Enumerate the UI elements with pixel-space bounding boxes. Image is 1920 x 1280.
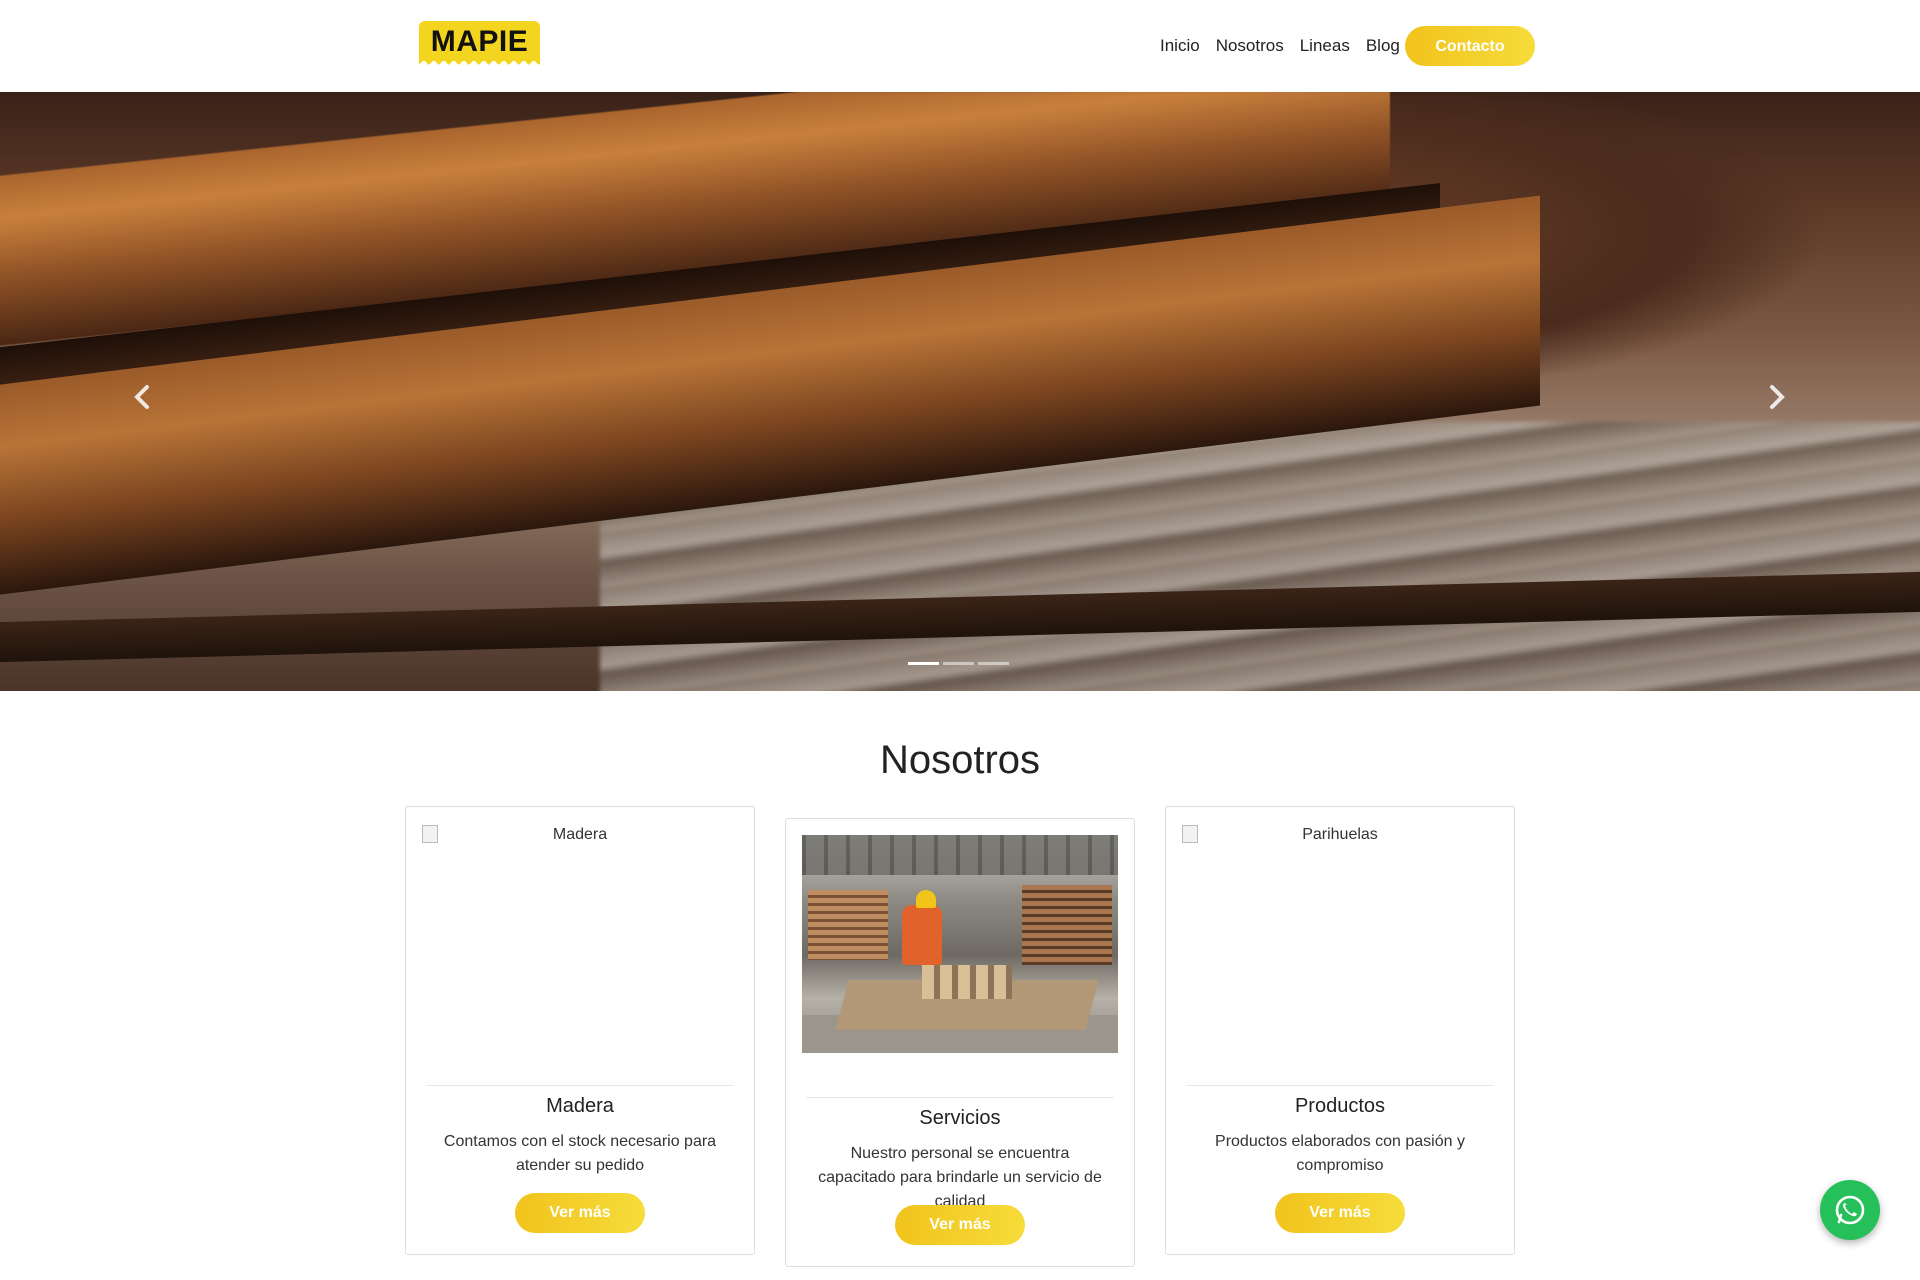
card-productos: Parihuelas Productos Productos elaborado… <box>1165 806 1515 1255</box>
contacto-button[interactable]: Contacto <box>1405 26 1535 66</box>
photo-worker-helmet <box>916 890 936 908</box>
whatsapp-button[interactable] <box>1820 1180 1880 1240</box>
section-title: Nosotros <box>879 738 1041 782</box>
main-nav: Inicio Nosotros Lineas Blog <box>1160 26 1416 66</box>
carousel-indicators <box>908 662 1009 665</box>
ver-mas-button[interactable]: Ver más <box>895 1205 1025 1245</box>
nav-item-blog[interactable]: Blog <box>1366 36 1400 56</box>
whatsapp-icon <box>1835 1195 1865 1225</box>
card-photo <box>802 835 1118 1053</box>
photo-roof <box>802 835 1118 875</box>
carousel-indicator[interactable] <box>908 662 939 665</box>
card-image-alt: Madera <box>422 823 738 844</box>
nav-item-nosotros[interactable]: Nosotros <box>1216 36 1284 56</box>
carousel-next-button[interactable] <box>1761 382 1791 412</box>
carousel-indicator[interactable] <box>943 662 974 665</box>
card-divider <box>1186 1085 1494 1086</box>
nav-item-lineas[interactable]: Lineas <box>1300 36 1350 56</box>
photo-worker <box>902 905 942 965</box>
card-divider <box>806 1097 1114 1098</box>
card-description: Nuestro personal se encuentra capacitado… <box>818 1145 1102 1210</box>
carousel-prev-button[interactable] <box>128 382 158 412</box>
card-title: Madera <box>546 1095 614 1117</box>
card-description: Productos elaborados con pasión y compro… <box>1215 1133 1465 1174</box>
logo[interactable]: MAPIE <box>419 21 540 70</box>
card-divider <box>426 1085 734 1086</box>
photo-wood-stack <box>1022 885 1112 965</box>
card-image: Parihuelas <box>1182 823 1498 1041</box>
card-servicios: Servicios Nuestro personal se encuentra … <box>785 818 1135 1267</box>
card-title: Productos <box>1294 1095 1386 1117</box>
carousel-indicator[interactable] <box>978 662 1009 665</box>
ver-mas-button[interactable]: Ver más <box>515 1193 645 1233</box>
card-description: Contamos con el stock necesario para ate… <box>443 1133 717 1174</box>
photo-wood-stack <box>808 890 888 960</box>
site-header: MAPIE Inicio Nosotros Lineas Blog Contac… <box>0 0 1920 92</box>
photo-pallet <box>922 965 1012 999</box>
card-title: Servicios <box>919 1107 1001 1129</box>
card-image <box>802 835 1118 1053</box>
chevron-left-icon <box>134 385 149 409</box>
logo-text: MAPIE <box>430 25 529 58</box>
card-madera: Madera Madera Contamos con el stock nece… <box>405 806 755 1255</box>
hero-carousel <box>0 92 1920 691</box>
chevron-right-icon <box>1770 385 1785 409</box>
nav-item-inicio[interactable]: Inicio <box>1160 36 1200 56</box>
ver-mas-button[interactable]: Ver más <box>1275 1193 1405 1233</box>
card-image-alt: Parihuelas <box>1182 823 1498 844</box>
card-image: Madera <box>422 823 738 1041</box>
